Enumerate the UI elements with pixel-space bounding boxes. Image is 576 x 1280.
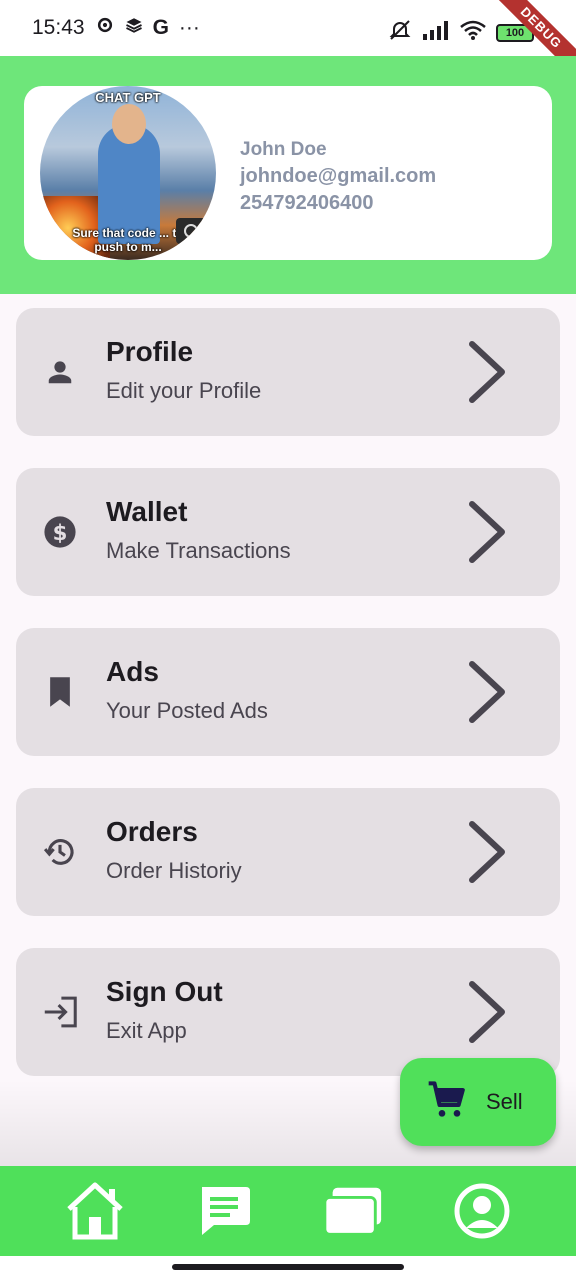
layers-icon [125,16,143,40]
status-bar: 15:43 G ··· 100 [0,0,576,56]
svg-text:$: $ [53,521,68,546]
avatar-face [112,104,146,144]
chevron-right-icon [469,501,505,563]
menu-title: Orders [106,816,198,847]
person-icon [42,354,78,390]
menu-title: Ads [106,656,159,687]
wifi-icon [460,20,486,46]
more-dots-icon: ··· [178,16,200,39]
menu-item-profile[interactable]: Profile Edit your Profile [16,308,560,436]
user-phone: 254792406400 [240,192,374,214]
menu-title: Wallet [106,496,188,527]
bookmark-icon [42,674,78,710]
avatar[interactable]: CHAT GPT Sure that code ... to push to m… [40,86,216,260]
menu-subtitle: Edit your Profile [106,378,262,403]
menu-item-ads[interactable]: Ads Your Posted Ads [16,628,560,756]
profile-header: CHAT GPT Sure that code ... to push to m… [0,56,576,294]
chevron-right-icon [469,981,505,1043]
sell-label: Sell [486,1089,523,1114]
google-icon: G [152,16,169,39]
login-arrow-icon [42,994,78,1030]
menu-item-orders[interactable]: Orders Order Historiy [16,788,560,916]
menu-subtitle: Order Historiy [106,858,242,883]
menu-subtitle: Make Transactions [106,538,291,563]
menu-item-wallet[interactable]: $ Wallet Make Transactions [16,468,560,596]
home-icon [66,1182,123,1240]
nav-chat-button[interactable] [192,1179,256,1243]
dollar-circle-icon: $ [42,514,78,550]
account-circle-icon [454,1183,509,1239]
camera-icon[interactable] [176,218,206,244]
menu-title: Sign Out [106,976,223,1007]
status-time: 15:43 [32,16,85,39]
settings-gear-icon [95,15,115,41]
menu-subtitle: Your Posted Ads [106,698,268,723]
menu-subtitle: Exit App [106,1018,187,1043]
silent-bell-icon [388,18,412,48]
nav-account-button[interactable] [450,1179,514,1243]
history-icon [42,834,78,870]
home-gesture-bar[interactable] [172,1264,404,1270]
cards-icon [322,1187,381,1236]
signal-icon [422,20,450,46]
user-name: John Doe [240,139,327,160]
nav-cards-button[interactable] [321,1179,385,1243]
avatar-caption-top: CHAT GPT [95,90,161,105]
user-info: John Doe johndoe@gmail.com 254792406400 [240,136,436,217]
profile-card: CHAT GPT Sure that code ... to push to m… [24,86,552,260]
chevron-right-icon [469,661,505,723]
cart-icon [426,1080,468,1125]
sell-fab-button[interactable]: Sell [400,1058,556,1146]
user-email: johndoe@gmail.com [240,165,437,187]
chevron-right-icon [469,341,505,403]
system-gesture-area [0,1256,576,1280]
nav-home-button[interactable] [63,1179,127,1243]
chat-icon [201,1187,250,1235]
menu-item-sign-out[interactable]: Sign Out Exit App [16,948,560,1076]
bottom-navigation [0,1166,576,1256]
chevron-right-icon [469,821,505,883]
menu-title: Profile [106,336,194,367]
